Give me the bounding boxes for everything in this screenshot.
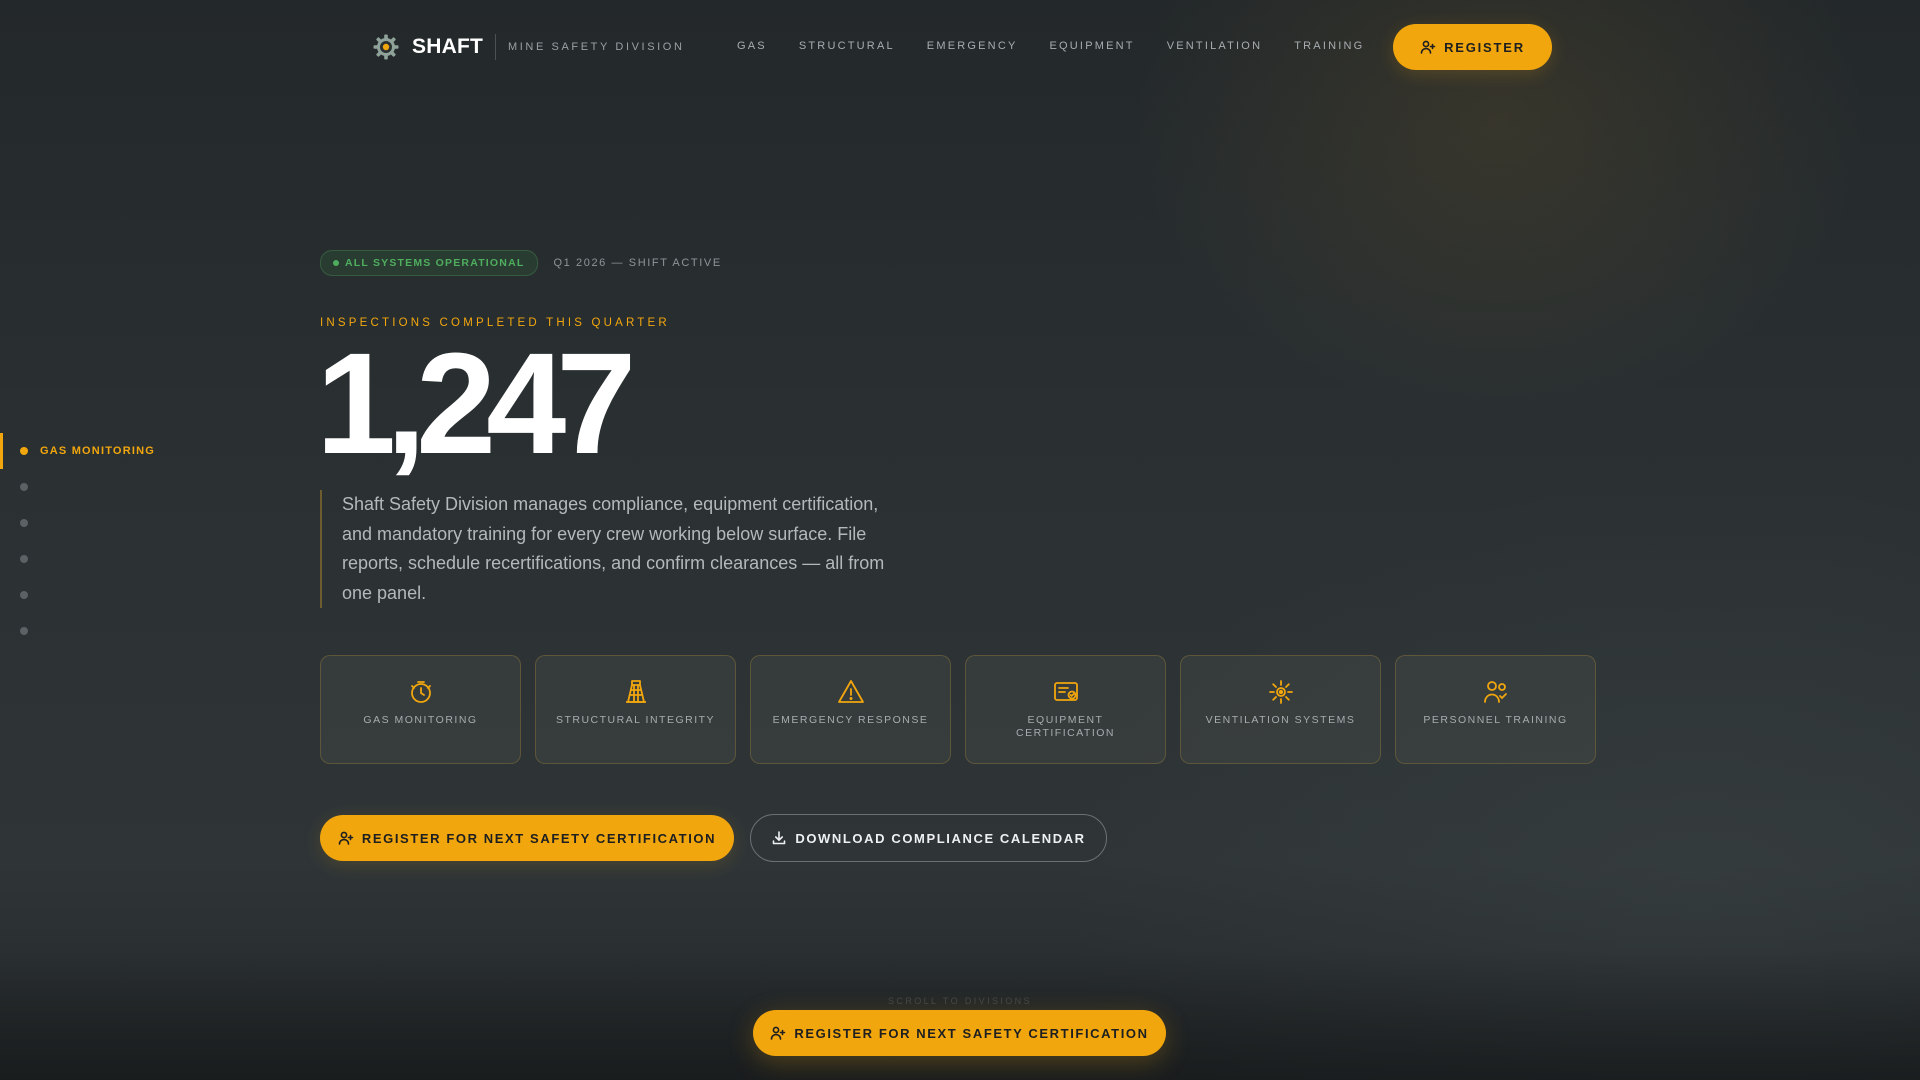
section-index-active-label: GAS MONITORING <box>40 445 155 457</box>
section-dot-active <box>20 447 28 455</box>
card-label: STRUCTURAL INTEGRITY <box>555 714 716 726</box>
sticky-register-label: REGISTER FOR NEXT SAFETY CERTIFICATION <box>794 1025 1149 1041</box>
download-calendar-button[interactable]: DOWNLOAD COMPLIANCE CALENDAR <box>750 814 1107 862</box>
page: SHAFT MINE SAFETY DIVISION GAS STRUCTURA… <box>0 0 1920 1080</box>
inspections-count: 1,247 <box>316 323 636 484</box>
section-dot <box>20 591 28 599</box>
section-index-item[interactable] <box>0 505 200 541</box>
section-dot <box>20 627 28 635</box>
intro-paragraph: Shaft Safety Division manages compliance… <box>320 490 912 608</box>
scroll-hint: SCROLL TO DIVISIONS <box>888 996 1032 1006</box>
beam-structure-icon <box>622 678 650 706</box>
section-index-item[interactable] <box>0 541 200 577</box>
nav-link-gas[interactable]: GAS <box>737 40 767 52</box>
nav-register-button[interactable]: REGISTER <box>1393 24 1552 70</box>
card-label: EMERGENCY RESPONSE <box>772 714 929 726</box>
brand-divider <box>495 34 496 60</box>
section-index-item[interactable] <box>0 613 200 649</box>
section-index: GAS MONITORING <box>0 433 200 649</box>
brand-name: SHAFT <box>412 35 483 58</box>
download-icon <box>771 830 787 846</box>
register-certification-label: REGISTER FOR NEXT SAFETY CERTIFICATION <box>361 830 717 846</box>
brand-subtitle: MINE SAFETY DIVISION <box>508 41 685 53</box>
card-label: EQUIPMENT CERTIFICATION <box>1015 714 1116 739</box>
status-dot-icon <box>333 260 339 266</box>
certificate-icon <box>1052 678 1080 706</box>
download-calendar-label: DOWNLOAD COMPLIANCE CALENDAR <box>795 830 1086 846</box>
nav-links: GAS STRUCTURAL EMERGENCY EQUIPMENT VENTI… <box>737 40 1396 52</box>
card-emergency-response[interactable]: EMERGENCY RESPONSE <box>750 655 951 764</box>
add-user-icon <box>338 830 354 846</box>
add-user-icon <box>1420 39 1436 55</box>
sun-fan-icon <box>1267 678 1295 706</box>
section-index-item-active[interactable]: GAS MONITORING <box>0 433 200 469</box>
sticky-register-button[interactable]: REGISTER FOR NEXT SAFETY CERTIFICATION <box>753 1010 1166 1056</box>
status-row: ALL SYSTEMS OPERATIONAL Q1 2026 — SHIFT … <box>320 250 722 276</box>
division-cards: GAS MONITORING STRUCTURAL INTEGRITY EMER… <box>320 655 1596 764</box>
active-indicator-bar <box>0 433 3 469</box>
add-user-icon <box>770 1025 786 1041</box>
card-label: VENTILATION SYSTEMS <box>1205 714 1356 726</box>
nav-link-emergency[interactable]: EMERGENCY <box>927 40 1018 52</box>
card-gas-monitoring[interactable]: GAS MONITORING <box>320 655 521 764</box>
nav-register-label: REGISTER <box>1444 39 1525 55</box>
warning-triangle-icon <box>837 678 865 706</box>
section-dot <box>20 555 28 563</box>
card-personnel-training[interactable]: PERSONNEL TRAINING <box>1395 655 1596 764</box>
section-dot <box>20 519 28 527</box>
people-check-icon <box>1482 678 1510 706</box>
status-badge: ALL SYSTEMS OPERATIONAL <box>320 250 539 276</box>
register-certification-button[interactable]: REGISTER FOR NEXT SAFETY CERTIFICATION <box>320 815 734 861</box>
quarter-label: Q1 2026 — SHIFT ACTIVE <box>553 257 722 269</box>
card-equipment-certification[interactable]: EQUIPMENT CERTIFICATION <box>965 655 1166 764</box>
top-navigation: SHAFT MINE SAFETY DIVISION GAS STRUCTURA… <box>0 0 1920 94</box>
card-label: GAS MONITORING <box>363 714 478 726</box>
nav-link-structural[interactable]: STRUCTURAL <box>799 40 895 52</box>
card-ventilation-systems[interactable]: VENTILATION SYSTEMS <box>1180 655 1381 764</box>
nav-link-ventilation[interactable]: VENTILATION <box>1167 40 1263 52</box>
section-index-item[interactable] <box>0 469 200 505</box>
card-label: PERSONNEL TRAINING <box>1423 714 1568 726</box>
status-badge-label: ALL SYSTEMS OPERATIONAL <box>345 257 525 269</box>
nav-link-training[interactable]: TRAINING <box>1294 40 1364 52</box>
section-index-item[interactable] <box>0 577 200 613</box>
card-structural-integrity[interactable]: STRUCTURAL INTEGRITY <box>535 655 736 764</box>
section-dot <box>20 483 28 491</box>
gear-logo-icon <box>372 33 400 61</box>
gauge-icon <box>407 678 435 706</box>
nav-link-equipment[interactable]: EQUIPMENT <box>1050 40 1135 52</box>
brand[interactable]: SHAFT MINE SAFETY DIVISION <box>372 32 685 62</box>
